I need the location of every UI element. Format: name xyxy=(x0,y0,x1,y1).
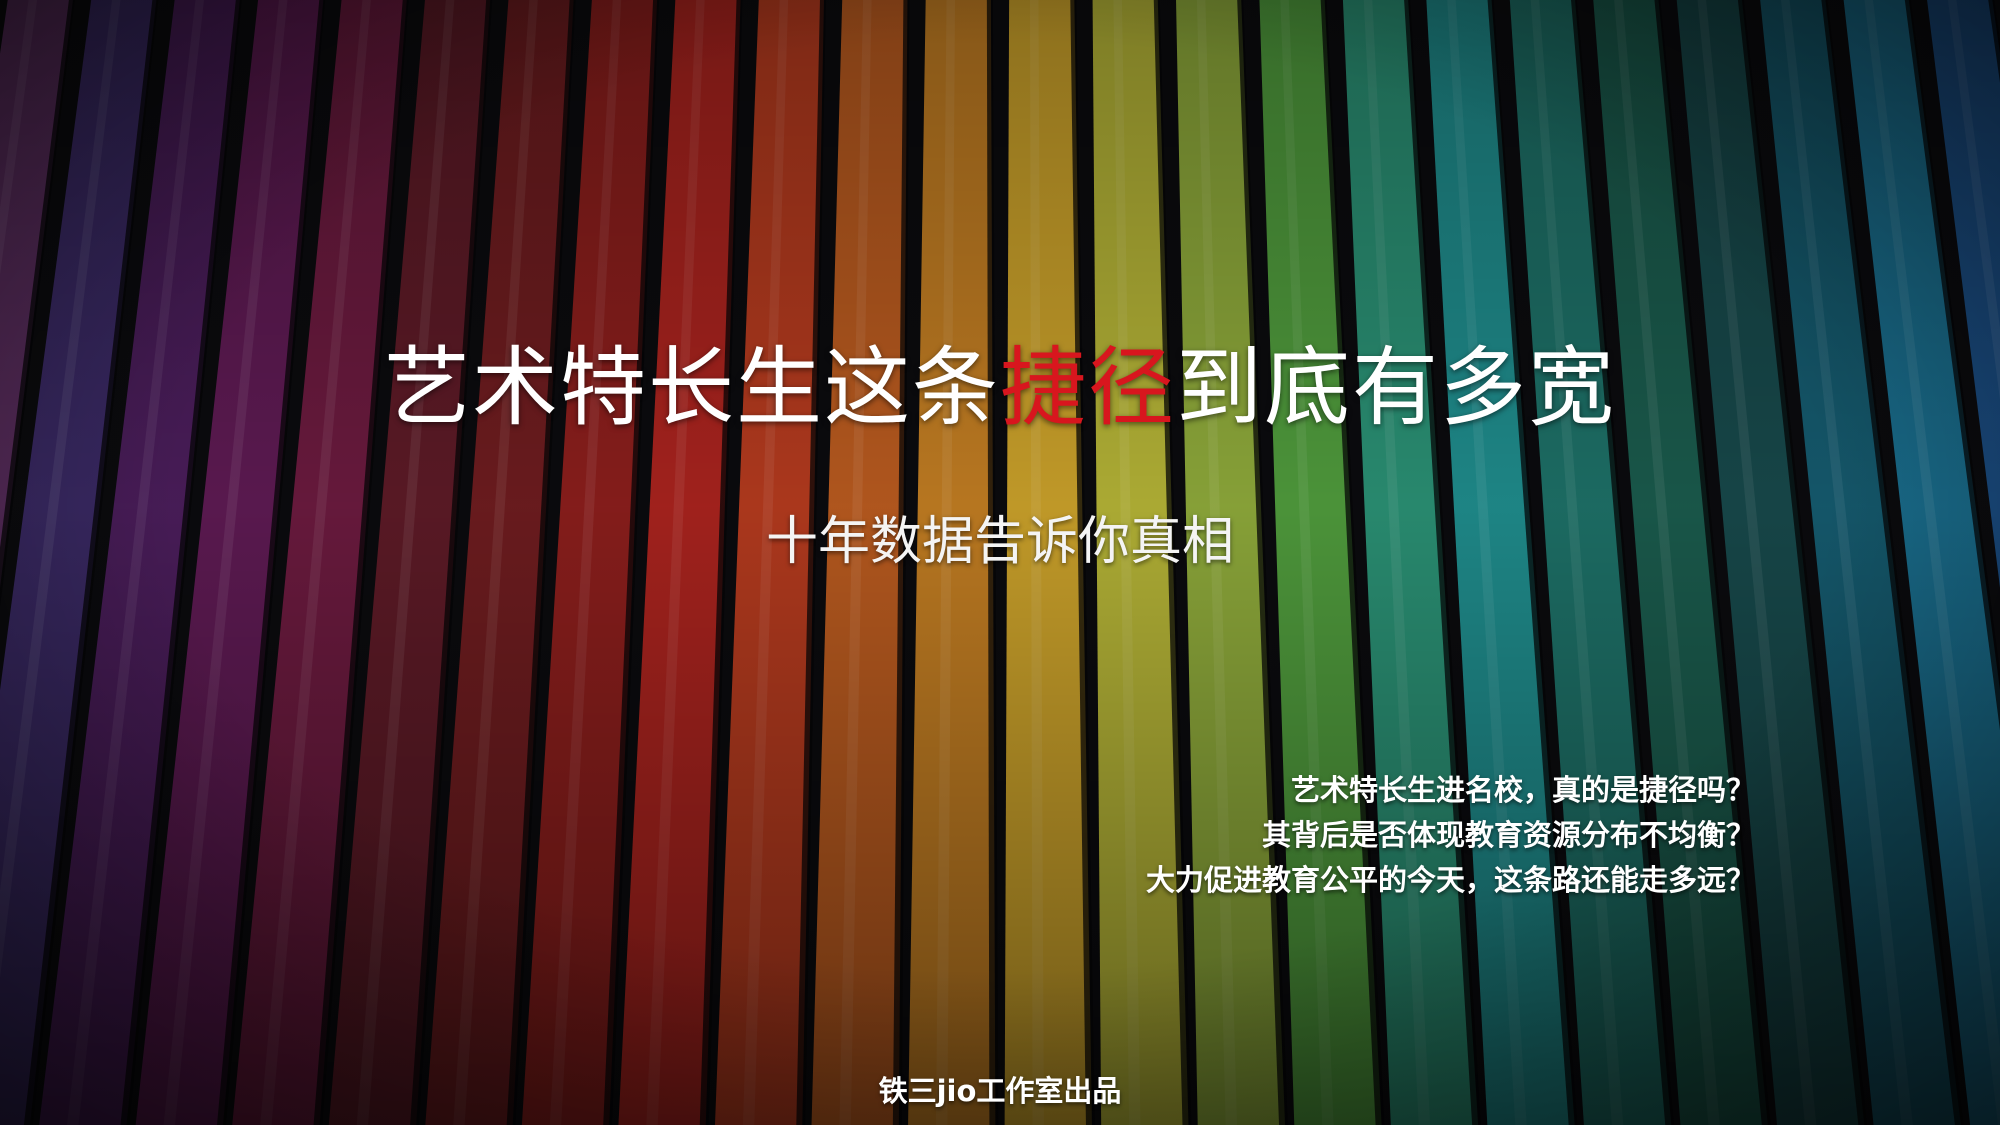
studio-credit: 铁三jio工作室出品 xyxy=(878,1074,1122,1108)
question-list: 艺术特长生进名校，真的是捷径吗？ 其背后是否体现教育资源分布不均衡？ 大力促进教… xyxy=(1146,768,1755,903)
question-line: 艺术特长生进名校，真的是捷径吗？ xyxy=(1290,773,1755,807)
cover-slide: 艺术特长生这条捷径到底有多宽 十年数据告诉你真相 艺术特长生进名校，真的是捷径吗… xyxy=(0,0,2000,1125)
title-part-2: 到底有多宽 xyxy=(1176,338,1616,438)
subtitle: 十年数据告诉你真相 xyxy=(765,512,1234,572)
title-part-1: 艺术特长生这条 xyxy=(384,338,1000,438)
title-highlight: 捷径 xyxy=(1000,338,1176,438)
main-title: 艺术特长生这条捷径到底有多宽 xyxy=(0,338,2000,438)
question-line: 其背后是否体现教育资源分布不均衡？ xyxy=(1261,818,1755,852)
question-line: 大力促进教育公平的今天，这条路还能走多远？ xyxy=(1145,863,1755,897)
